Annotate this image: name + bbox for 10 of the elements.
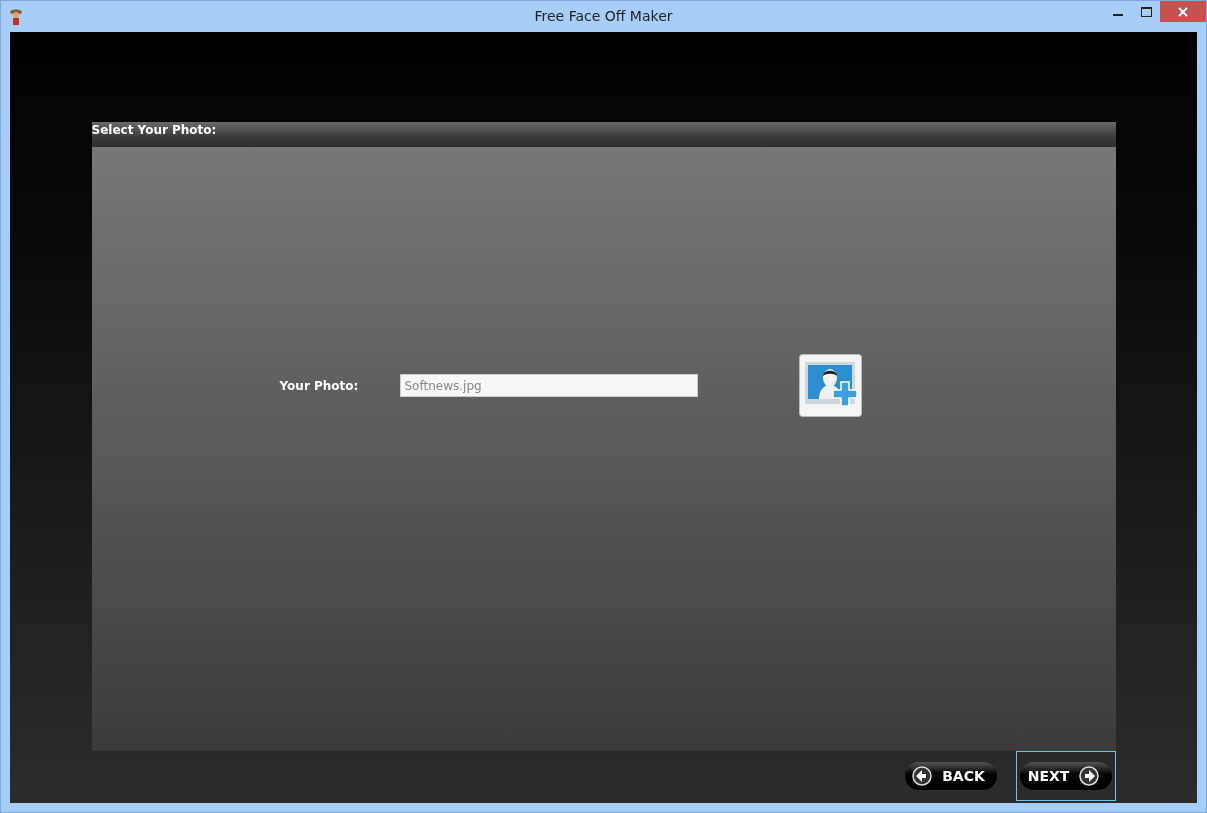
photo-label: Your Photo: (279, 378, 360, 393)
close-icon (1178, 6, 1188, 17)
close-button[interactable] (1160, 1, 1206, 22)
maximize-icon (1140, 6, 1152, 17)
add-photo-button[interactable] (798, 354, 862, 417)
app-icon (9, 7, 23, 26)
window-title: Free Face Off Maker (533, 8, 674, 24)
panel-title: Select Your Photo: (91, 122, 217, 137)
next-button[interactable]: NEXT (1015, 751, 1116, 801)
minimize-icon (1113, 14, 1123, 16)
